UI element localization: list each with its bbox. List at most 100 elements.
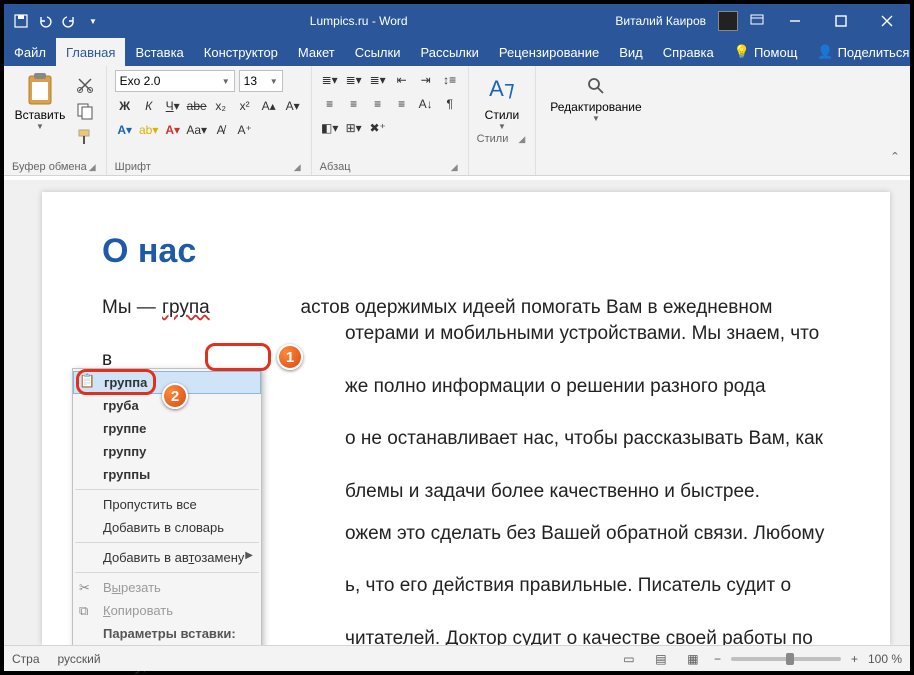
clear-formatting-button[interactable]: A̸ [211,120,231,140]
callout-1: 1 [277,344,303,370]
format-painter-icon[interactable] [76,128,94,146]
sort-button[interactable]: A↓ [416,94,436,114]
zoom-level[interactable]: 100 % [868,652,902,666]
styles-button[interactable]: A⁊ Стили ▼ [477,70,528,131]
zoom-out-button[interactable]: − [714,652,721,666]
grow-font-button[interactable]: A▴ [259,96,279,116]
avatar[interactable] [718,11,738,31]
copy-icon[interactable] [76,102,94,120]
maximize-button[interactable] [818,4,864,38]
submenu-arrow-icon: ▶ [245,550,253,561]
dialog-launcher-icon[interactable]: ◢ [449,162,460,173]
dialog-launcher-icon[interactable]: ◢ [292,162,303,173]
group-styles: A⁊ Стили ▼ Стили◢ [469,66,537,175]
bullets-button[interactable]: ≣▾ [320,70,340,90]
web-layout-button[interactable]: ▦ [682,650,704,668]
paste-icon: 📋 [79,373,95,389]
decrease-indent-button[interactable]: ⇤ [392,70,412,90]
print-layout-button[interactable]: ▤ [650,650,672,668]
multilevel-button[interactable]: ≣▾ [368,70,388,90]
paragraph-group-label: Абзац [320,161,351,173]
text: Параметры вставки: [103,626,236,641]
font-color-button[interactable]: A▾ [163,120,183,140]
text: Мы — [102,297,161,318]
chevron-down-icon: ▼ [592,114,600,123]
font-group-label: Шрифт [115,161,151,173]
dialog-launcher-icon[interactable]: ◢ [516,134,527,145]
paste-button[interactable]: Вставить ▼ [12,70,68,131]
tab-home[interactable]: Главная [56,38,125,66]
cut-icon[interactable] [76,76,94,94]
italic-button[interactable]: К [139,96,159,116]
zoom-in-button[interactable]: + [851,652,858,666]
tell-me[interactable]: 💡Помощ [724,38,808,66]
font-size-combo[interactable]: 13▼ [239,70,283,92]
suggestion-item[interactable]: группу [73,440,261,463]
share-button[interactable]: 👤Поделиться [807,38,914,66]
font-name-combo[interactable]: Exo 2.0▼ [115,70,235,92]
text: отерами и мобильными устройствами. Мы зн… [102,323,819,370]
tab-insert[interactable]: Вставка [125,38,193,66]
subscript-button[interactable]: x₂ [211,96,231,116]
tab-file[interactable]: Файл [4,38,56,66]
collapse-ribbon-button[interactable]: ˆ [880,66,910,175]
underline-button[interactable]: Ч▾ [163,96,183,116]
status-bar: Стра русский ▭ ▤ ▦ − + 100 % [4,645,910,671]
text: Добавить в ав [103,550,188,565]
group-clipboard: Вставить ▼ Буфер обмена◢ [4,66,107,175]
change-case-button[interactable]: Aa▾ [187,120,207,140]
increase-indent-button[interactable]: ⇥ [416,70,436,90]
shrink-font-button[interactable]: A▾ [283,96,303,116]
add-to-dictionary-item[interactable]: Добавить в словарь [73,516,261,539]
redo-icon[interactable] [62,14,76,28]
show-marks-button[interactable]: ¶ [440,94,460,114]
highlight-button[interactable]: ab▾ [139,120,159,140]
tab-layout[interactable]: Макет [288,38,345,66]
borders-button[interactable]: ⊞▾ [344,118,364,138]
distribute-button[interactable]: ✖⁺ [368,118,388,138]
text: астов одержимых идеей помогать Вам в еже… [301,297,773,318]
align-right-button[interactable]: ≡ [368,94,388,114]
ignore-all-item[interactable]: Пропустить все [73,493,261,516]
language-indicator[interactable]: русский [58,652,101,666]
add-to-autocorrect-item[interactable]: Добавить в автозамену▶ [73,546,261,569]
cut-item: ✂Вырезать [73,576,261,599]
align-center-button[interactable]: ≡ [344,94,364,114]
close-button[interactable] [864,4,910,38]
tab-view[interactable]: Вид [609,38,653,66]
undo-icon[interactable] [38,14,52,28]
tab-help[interactable]: Справка [653,38,724,66]
text: опировать [111,603,173,618]
text: К [103,603,111,618]
tab-references[interactable]: Ссылки [345,38,411,66]
justify-button[interactable]: ≡ [392,94,412,114]
qat-dropdown-icon[interactable]: ▼ [86,14,100,28]
tab-design[interactable]: Конструктор [194,38,288,66]
align-left-button[interactable]: ≡ [320,94,340,114]
page-indicator[interactable]: Стра [12,652,40,666]
save-icon[interactable] [14,14,28,28]
superscript-button[interactable]: x² [235,96,255,116]
numbering-button[interactable]: ≣▾ [344,70,364,90]
tab-review[interactable]: Рецензирование [489,38,609,66]
text: резать [121,580,161,595]
char-shading-button[interactable]: A⁺ [235,120,255,140]
minimize-button[interactable] [772,4,818,38]
zoom-slider[interactable] [731,657,841,661]
suggestion-item[interactable]: группе [73,417,261,440]
text: Д [103,520,112,535]
strikethrough-button[interactable]: abe [187,96,207,116]
bold-button[interactable]: Ж [115,96,135,116]
dialog-launcher-icon[interactable]: ◢ [87,162,98,173]
text: обавить в словарь [112,520,224,535]
ribbon-display-icon[interactable] [750,14,764,29]
user-name[interactable]: Виталий Каиров [615,14,706,28]
suggestion-item[interactable]: группы [73,463,261,486]
editing-button[interactable]: Редактирование ▼ [544,70,647,123]
line-spacing-button[interactable]: ↕≡ [440,70,460,90]
tab-mailings[interactable]: Рассылки [410,38,488,66]
text-effects-button[interactable]: A▾ [115,120,135,140]
misspelled-word[interactable]: група [161,297,211,318]
shading-button[interactable]: ◧▾ [320,118,340,138]
read-mode-button[interactable]: ▭ [618,650,640,668]
